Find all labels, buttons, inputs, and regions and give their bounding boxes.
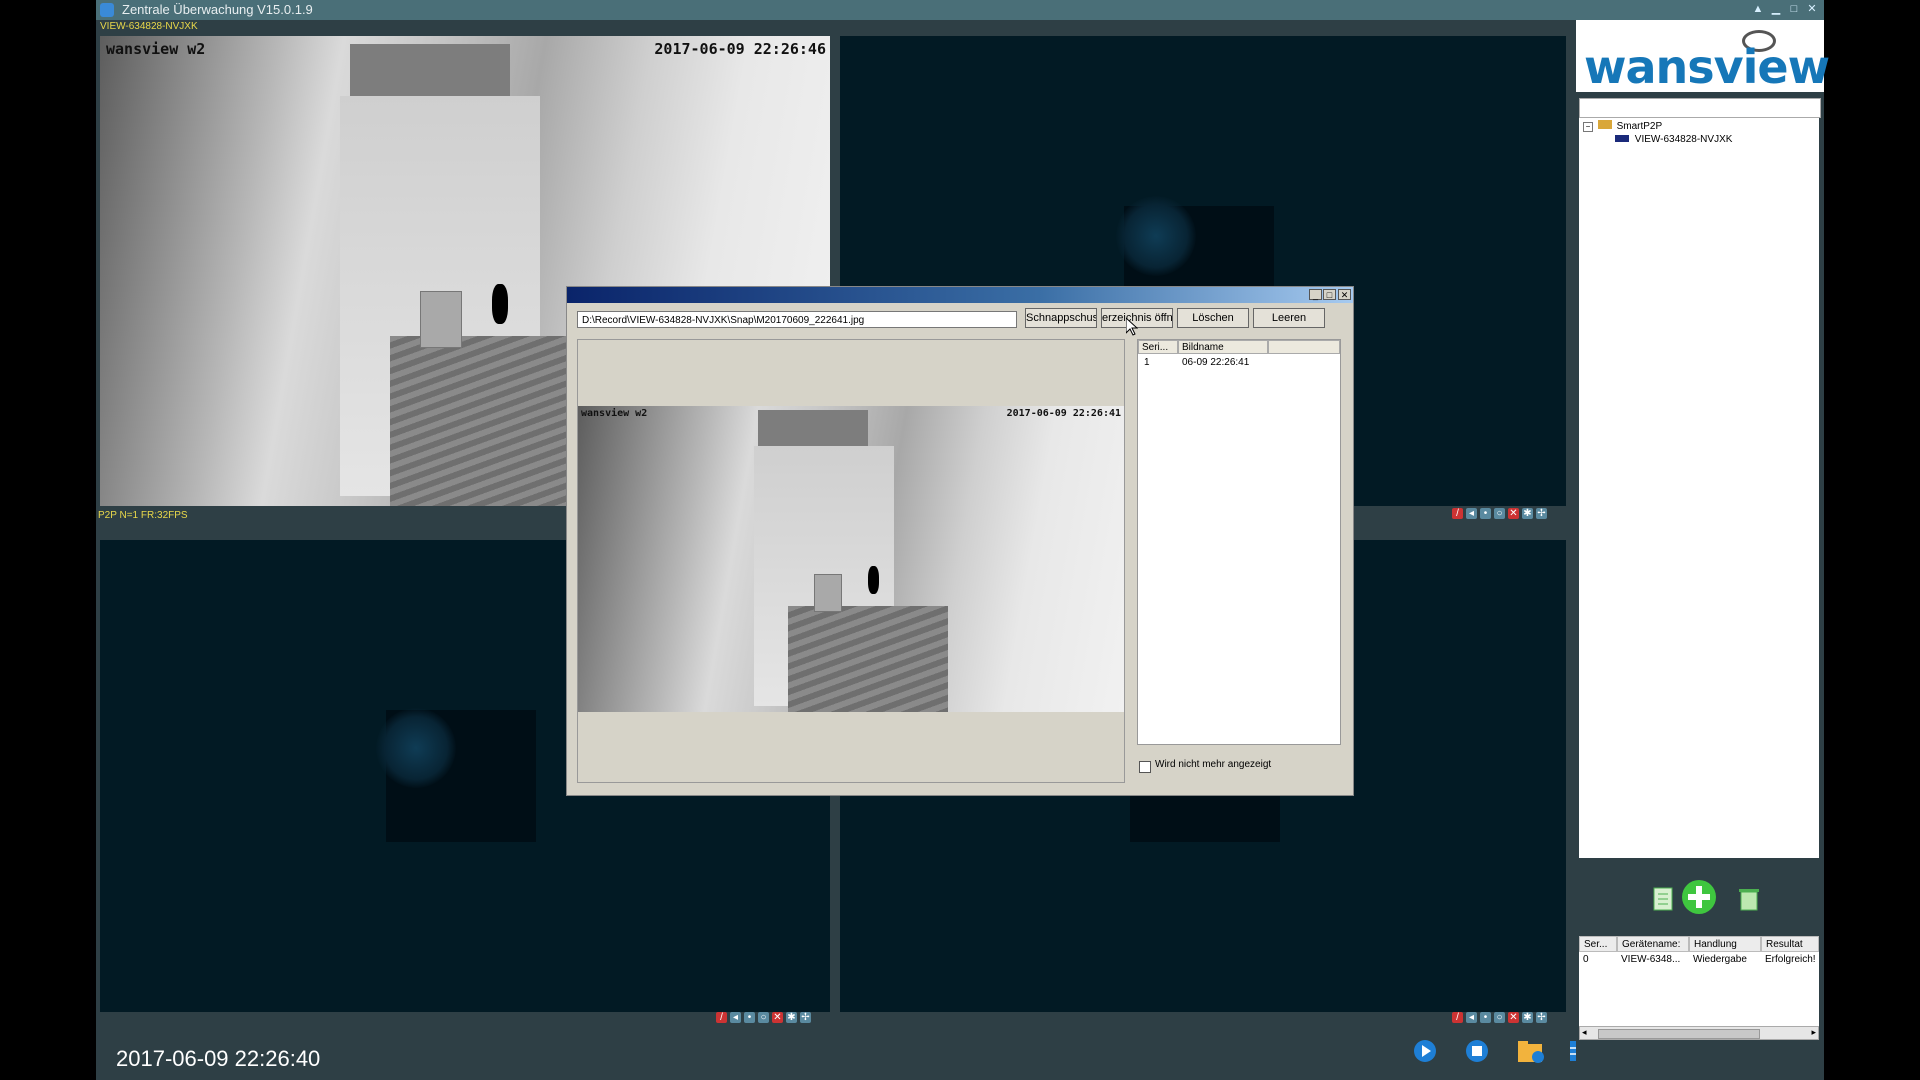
play-icon[interactable] [1412,1038,1442,1064]
clock: 2017-06-09 22:26:40 [116,1046,321,1071]
snapshot-dialog: _ □ ✕ D:\Record\VIEW-634828-NVJXK\Snap\M… [566,286,1354,796]
list-item-name: 06-09 22:26:41 [1182,357,1250,368]
file-path-field[interactable]: D:\Record\VIEW-634828-NVJXK\Snap\M201706… [577,311,1017,328]
settings-icon[interactable]: ✱ [1522,1012,1533,1023]
camera-osd-time: 2017-06-09 22:26:46 [654,40,826,58]
folder-icon [1597,120,1612,129]
minimize-button[interactable]: ▁ [1768,2,1784,16]
talk-icon[interactable]: • [1480,1012,1491,1023]
audio-icon[interactable]: ◂ [1466,508,1477,519]
settings-icon[interactable]: ✱ [786,1012,797,1023]
window-title: Zentrale Überwachung V15.0.1.9 [122,2,313,17]
stop-icon[interactable] [1464,1038,1494,1064]
fullscreen-icon[interactable]: ✢ [1536,508,1547,519]
snapshot-icon[interactable]: ○ [1494,1012,1505,1023]
list-icon[interactable] [1652,886,1676,912]
table-header[interactable]: Ser... [1579,936,1617,952]
folder-video-icon[interactable] [1516,1038,1546,1064]
scroll-right-icon[interactable]: ▸ [1811,1027,1816,1038]
snapshot-osd-time: 2017-06-09 22:26:41 [1006,408,1121,419]
snapshot-image: wansview w2 2017-06-09 22:26:41 [578,406,1124,712]
logo: wansview [1576,20,1830,94]
add-icon[interactable] [1680,878,1718,916]
list-header-empty[interactable] [1268,340,1340,354]
snapshot-button[interactable]: Schnappschuss [1025,308,1097,328]
dont-show-again-label: Wird nicht mehr angezeigt [1155,759,1272,770]
horizontal-scrollbar[interactable]: ◂ ▸ [1579,1026,1819,1040]
record-icon[interactable]: / [1452,508,1463,519]
snapshot-preview-area: wansview w2 2017-06-09 22:26:41 [577,339,1125,783]
list-item[interactable]: 1 06-09 22:26:41 [1138,356,1340,370]
dialog-title-bar[interactable]: _ □ ✕ [567,287,1353,303]
close-stream-icon[interactable]: ✕ [772,1012,783,1023]
dont-show-again-checkbox[interactable] [1139,761,1151,773]
cursor-icon [1126,318,1138,336]
list-item-index: 1 [1144,357,1150,368]
collapse-icon[interactable]: − [1583,122,1593,132]
delete-button[interactable]: Löschen [1177,308,1249,328]
device-toolbar [1576,860,1824,924]
audio-icon[interactable]: ◂ [1466,1012,1477,1023]
camera-label: VIEW-634828-NVJXK [100,21,198,32]
talk-icon[interactable]: • [1480,508,1491,519]
title-bar: Zentrale Überwachung V15.0.1.9 ▲ ▁ □ ✕ [96,0,1824,20]
close-stream-icon[interactable]: ✕ [1508,508,1519,519]
table-cell: 0 [1583,954,1589,965]
delete-icon[interactable] [1738,886,1760,912]
talk-icon[interactable]: • [744,1012,755,1023]
list-header[interactable]: Bildname [1178,340,1268,354]
stream-status: P2P N=1 FR:32FPS [98,510,188,521]
audio-icon[interactable]: ◂ [730,1012,741,1023]
snapshot-icon[interactable]: ○ [758,1012,769,1023]
table-header[interactable]: Handlung [1689,936,1761,952]
device-panel: wansview − SmartP2P VIEW-634828-NVJXK Se… [1576,20,1830,1080]
logo-text: wansview [1584,40,1830,94]
table-cell: Wiedergabe [1693,954,1747,965]
activity-table: Ser... Gerätename: Handlung Resultat 0 V… [1579,936,1819,1026]
maximize-button[interactable]: □ [1786,2,1802,16]
scroll-thumb[interactable] [1598,1029,1760,1039]
fullscreen-icon[interactable]: ✢ [800,1012,811,1023]
app-icon [100,3,114,17]
record-icon[interactable]: / [716,1012,727,1023]
close-button[interactable]: ✕ [1804,2,1820,16]
table-cell: Erfolgreich! [1765,954,1816,965]
close-stream-icon[interactable]: ✕ [1508,1012,1519,1023]
tree-root-label: SmartP2P [1616,121,1663,132]
tree-device[interactable]: VIEW-634828-NVJXK [1615,134,1732,145]
record-icon[interactable]: / [1452,1012,1463,1023]
fullscreen-icon[interactable]: ✢ [1536,1012,1547,1023]
tree-device-label: VIEW-634828-NVJXK [1634,134,1733,145]
pane-3-controls: / ◂ • ○ ✕ ✱ ✢ [716,1012,811,1026]
table-cell: VIEW-6348... [1621,954,1681,965]
dialog-close-button[interactable]: ✕ [1338,289,1351,300]
snapshot-list: Seri... Bildname 1 06-09 22:26:41 [1137,339,1341,745]
settings-icon[interactable]: ✱ [1522,508,1533,519]
snapshot-icon[interactable]: ○ [1494,508,1505,519]
pane-4-controls: / ◂ • ○ ✕ ✱ ✢ [1452,1012,1547,1026]
scroll-left-icon[interactable]: ◂ [1582,1027,1587,1038]
dialog-minimize-button[interactable]: _ [1309,289,1322,300]
snapshot-osd-name: wansview w2 [581,408,648,419]
dialog-maximize-button[interactable]: □ [1323,289,1336,300]
table-header[interactable]: Resultat [1761,936,1819,952]
clear-button[interactable]: Leeren [1253,308,1325,328]
pane-2-controls: / ◂ • ○ ✕ ✱ ✢ [1452,508,1547,522]
pin-icon[interactable]: ▲ [1750,2,1766,16]
tree-root[interactable]: − SmartP2P [1583,120,1662,132]
list-header[interactable]: Seri... [1138,340,1178,354]
device-tree: − SmartP2P VIEW-634828-NVJXK [1579,118,1819,858]
camera-icon [1615,135,1629,142]
search-input[interactable] [1579,98,1821,118]
table-header[interactable]: Gerätename: [1617,936,1689,952]
camera-osd-name: wansview w2 [106,40,206,58]
